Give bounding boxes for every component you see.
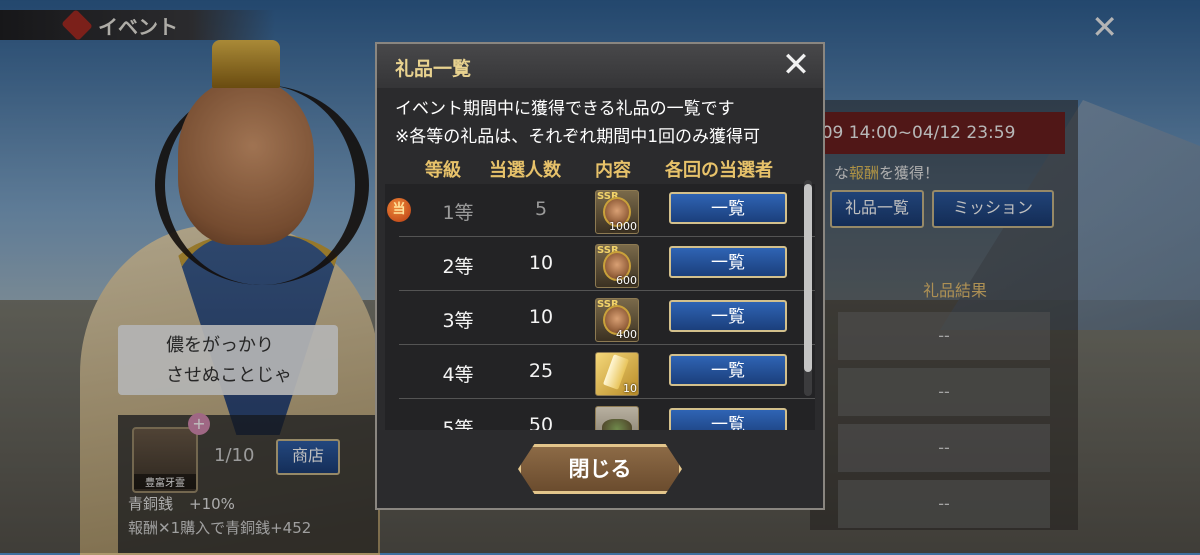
won-badge-icon: 当 [387, 198, 411, 222]
ssr-general-icon[interactable]: SSR 400 [595, 298, 639, 342]
winner-count: 5 [534, 198, 548, 220]
gold-ticket-icon[interactable]: 10 [595, 352, 639, 396]
ssr-general-icon[interactable]: SSR 1000 [595, 190, 639, 234]
header-winners: 当選人数 [489, 160, 561, 181]
reward-qty: 1000 [609, 220, 637, 233]
gift-row-1: 当 1等 5 SSR 1000 一覧 [387, 184, 815, 237]
rank-label: 4等 [442, 364, 474, 386]
rank-label: 5等 [442, 418, 474, 430]
close-button[interactable]: 閉じる [518, 444, 682, 494]
bowl-shape [602, 419, 632, 430]
winners-list-button[interactable]: 一覧 [669, 354, 787, 386]
header-rank: 等級 [425, 160, 461, 181]
rank-label: 2等 [442, 256, 474, 278]
modal-header: 礼品一覧 ✕ [377, 44, 823, 88]
reward-qty: 600 [616, 274, 637, 287]
ssr-general-icon[interactable]: SSR 600 [595, 244, 639, 288]
gift-row-2: 2等 10 SSR 600 一覧 [399, 238, 815, 291]
gift-list[interactable]: 当 1等 5 SSR 1000 一覧 2等 10 SSR 600 一覧 3等 1… [385, 184, 815, 430]
modal-description-line-1: イベント期間中に獲得できる礼品の一覧です [395, 99, 735, 119]
winners-list-button[interactable]: 一覧 [669, 246, 787, 278]
modal-close-icon[interactable]: ✕ [779, 48, 813, 82]
winner-count: 10 [528, 252, 554, 274]
scrollbar-thumb[interactable] [804, 184, 812, 372]
winner-count: 25 [528, 360, 554, 382]
header-content: 内容 [595, 160, 631, 181]
rank-label: 1等 [442, 202, 474, 224]
list-scrollbar[interactable] [804, 180, 812, 396]
gift-row-3: 3等 10 SSR 400 一覧 [399, 292, 815, 345]
winner-count: 10 [528, 306, 554, 328]
modal-description-line-2: ※各等の礼品は、それぞれ期間中1回のみ獲得可 [395, 127, 761, 147]
gift-row-5: 5等 50 一覧 [399, 400, 815, 430]
reward-qty: 400 [616, 328, 637, 341]
modal-title: 礼品一覧 [395, 58, 472, 80]
winner-count: 50 [528, 414, 554, 430]
gift-row-4: 4等 25 10 一覧 [399, 346, 815, 399]
header-each-winners: 各回の当選者 [665, 160, 773, 181]
winners-list-button[interactable]: 一覧 [669, 408, 787, 430]
winners-list-button[interactable]: 一覧 [669, 192, 787, 224]
food-bowl-icon[interactable] [595, 406, 639, 430]
reward-qty: 10 [623, 382, 637, 395]
gift-list-modal: 礼品一覧 ✕ イベント期間中に獲得できる礼品の一覧です ※各等の礼品は、それぞれ… [375, 42, 825, 510]
rank-label: 3等 [442, 310, 474, 332]
winners-list-button[interactable]: 一覧 [669, 300, 787, 332]
